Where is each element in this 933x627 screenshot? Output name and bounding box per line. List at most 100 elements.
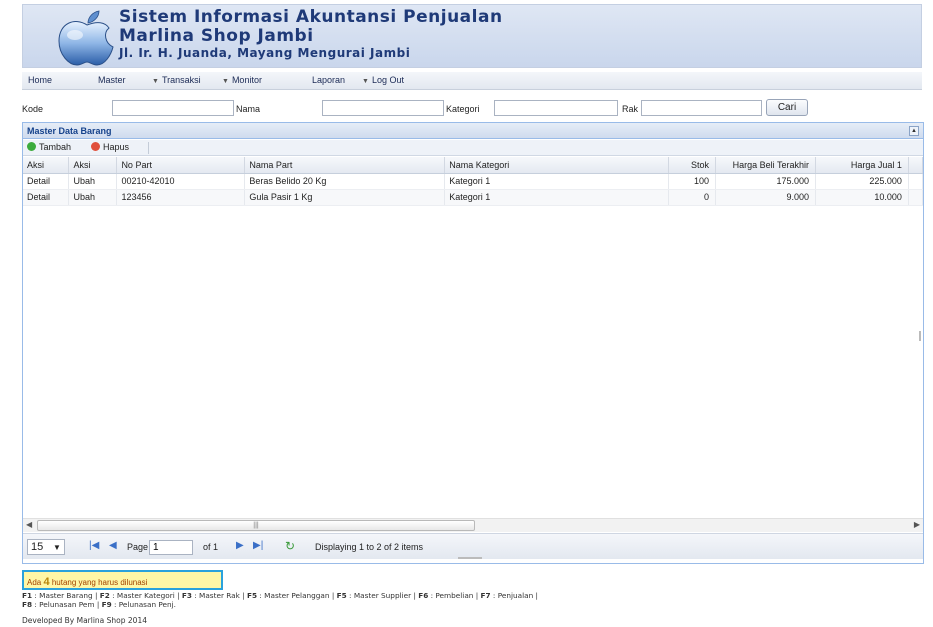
- kategori-input[interactable]: [494, 100, 618, 116]
- shortcut-legend: F1 : Master Barang | F2 : Master Kategor…: [22, 591, 922, 609]
- cell-no-part: 123456: [116, 189, 246, 206]
- col-stok[interactable]: Stok: [668, 157, 716, 174]
- ubah-link[interactable]: Ubah: [68, 173, 118, 190]
- menu-transaksi[interactable]: ▼ Transaksi: [152, 75, 201, 85]
- table-row[interactable]: Detail Ubah 00210-42010 Beras Belido 20 …: [23, 173, 924, 190]
- cell-kategori: Kategori 1: [444, 173, 670, 190]
- menu-laporan[interactable]: Laporan: [312, 75, 345, 85]
- shortcut-key: F9: [101, 599, 112, 609]
- cell-nama-part: Beras Belido 20 Kg: [244, 173, 446, 190]
- title-line-3: Jl. Ir. H. Juanda, Mayang Mengurai Jambi: [119, 46, 411, 60]
- cell-harga-beli: 175.000: [715, 173, 816, 190]
- master-data-panel: Master Data Barang ▲ Tambah Hapus Aksi A…: [22, 122, 924, 564]
- shortcut-key: F3: [181, 591, 192, 600]
- menu-logout[interactable]: ▼ Log Out: [362, 75, 404, 85]
- scroll-right-icon[interactable]: ▶: [914, 520, 920, 529]
- shortcut-key: F7: [480, 591, 491, 600]
- delete-icon: [91, 142, 100, 151]
- hapus-label: Hapus: [103, 142, 130, 152]
- shortcut-label: Master Supplier: [353, 591, 412, 600]
- nama-input[interactable]: [322, 100, 444, 116]
- grid-toolbar: Tambah Hapus: [23, 140, 923, 156]
- kode-label: Kode: [22, 104, 44, 114]
- last-page-icon[interactable]: ▶|: [253, 540, 263, 551]
- col-aksi-1[interactable]: Aksi: [23, 157, 70, 174]
- chevron-down-icon: ▼: [152, 78, 159, 85]
- cell-stok: 100: [668, 173, 716, 190]
- table-header-row: Aksi Aksi No Part Nama Part Nama Kategor…: [23, 157, 924, 174]
- cell-no-part: 00210-42010: [116, 173, 246, 190]
- shortcut-key: F5: [247, 591, 258, 600]
- menu-logout-label: Log Out: [371, 75, 404, 85]
- collapse-icon[interactable]: ▲: [909, 126, 919, 136]
- search-form: Kode Nama Kategori Rak Cari: [22, 98, 922, 120]
- display-info: Displaying 1 to 2 of 2 items: [315, 542, 424, 552]
- cell-harga-beli: 9.000: [715, 189, 816, 206]
- menu-master[interactable]: Master: [98, 75, 126, 85]
- add-icon: [27, 142, 36, 151]
- ubah-link[interactable]: Ubah: [68, 189, 118, 206]
- col-nama-part[interactable]: Nama Part: [244, 157, 446, 174]
- cell-extra: [908, 173, 924, 190]
- notice-prefix: Ada: [27, 578, 42, 587]
- main-menu: Home Master ▼ Transaksi ▼ Monitor Laporan …: [22, 72, 922, 90]
- apple-logo-icon: [58, 10, 114, 66]
- col-harga-jual[interactable]: Harga Jual 1: [815, 157, 909, 174]
- shortcut-label: Master Pelanggan: [264, 591, 330, 600]
- cell-kategori: Kategori 1: [444, 189, 670, 206]
- rak-input[interactable]: [641, 100, 762, 116]
- toolbar-separator: [148, 142, 149, 154]
- title-line-2: Marlina Shop Jambi: [119, 26, 314, 46]
- page-of-label: of 1: [203, 542, 219, 552]
- scroll-thumb[interactable]: |||: [37, 520, 475, 531]
- app-header: Sistem Informasi Akuntansi Penjualan Mar…: [22, 4, 922, 68]
- cell-nama-part: Gula Pasir 1 Kg: [244, 189, 446, 206]
- menu-home[interactable]: Home: [28, 75, 52, 85]
- chevron-down-icon: ▼: [222, 78, 229, 85]
- col-no-part[interactable]: No Part: [116, 157, 246, 174]
- detail-link[interactable]: Detail: [23, 173, 70, 190]
- detail-link[interactable]: Detail: [23, 189, 70, 206]
- page-size-select[interactable]: 15 ▼: [27, 539, 65, 555]
- menu-monitor[interactable]: ▼ Monitor: [222, 75, 262, 85]
- shortcut-label: Pelunasan Penj.: [118, 599, 176, 609]
- rak-label: Rak: [622, 104, 639, 114]
- cari-button[interactable]: Cari: [766, 99, 808, 116]
- page-size-value: 15: [31, 541, 44, 553]
- menu-transaksi-label: Transaksi: [161, 75, 201, 85]
- col-extra: [908, 157, 924, 174]
- shortcut-key: F6: [418, 591, 429, 600]
- horizontal-scrollbar[interactable]: ◀ ||| ▶: [23, 518, 923, 532]
- shortcut-line-2: F8 : Pelunasan Pem | F9 : Pelunasan Penj…: [22, 599, 176, 609]
- next-page-icon[interactable]: ▶: [236, 540, 244, 551]
- shortcut-key: F5: [336, 591, 347, 600]
- vertical-scroll-indicator[interactable]: [919, 331, 921, 341]
- refresh-icon[interactable]: ↻: [285, 539, 295, 553]
- debt-notice[interactable]: Ada 4 hutang yang harus dilunasi: [22, 570, 223, 590]
- tambah-label: Tambah: [39, 142, 72, 152]
- shortcut-label: Master Rak: [199, 591, 240, 600]
- notice-count: 4: [43, 576, 50, 588]
- col-nama-kategori[interactable]: Nama Kategori: [444, 157, 670, 174]
- shortcut-label: Pelunasan Pem: [39, 599, 95, 609]
- hapus-button[interactable]: Hapus: [91, 142, 129, 152]
- title-line-1: Sistem Informasi Akuntansi Penjualan: [119, 7, 503, 27]
- page-label: Page: [127, 542, 149, 552]
- tambah-button[interactable]: Tambah: [27, 142, 71, 152]
- kode-input[interactable]: [112, 100, 234, 116]
- page-number-input[interactable]: [149, 540, 193, 555]
- col-aksi-2[interactable]: Aksi: [68, 157, 118, 174]
- table-row[interactable]: Detail Ubah 123456 Gula Pasir 1 Kg Kateg…: [23, 189, 924, 206]
- nama-label: Nama: [236, 104, 261, 114]
- shortcut-label: Penjualan: [497, 591, 534, 600]
- kategori-label: Kategori: [446, 104, 480, 114]
- barang-table: Aksi Aksi No Part Nama Part Nama Kategor…: [23, 157, 924, 206]
- first-page-icon[interactable]: |◀: [89, 540, 99, 551]
- scroll-left-icon[interactable]: ◀: [26, 520, 32, 529]
- prev-page-icon[interactable]: ◀: [109, 540, 117, 551]
- panel-resize-grip[interactable]: [458, 557, 482, 559]
- developer-credit: Developed By Marlina Shop 2014: [22, 616, 147, 625]
- col-harga-beli[interactable]: Harga Beli Terakhir: [715, 157, 816, 174]
- cell-harga-jual: 10.000: [815, 189, 909, 206]
- notice-suffix: hutang yang harus dilunasi: [51, 578, 148, 587]
